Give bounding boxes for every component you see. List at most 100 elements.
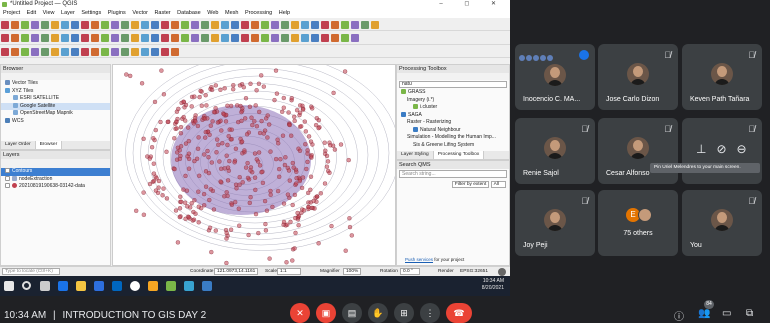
toolbar-tool-icon[interactable] — [141, 34, 149, 42]
toolbar-tool-icon[interactable] — [61, 21, 69, 29]
crs-button[interactable]: EPSG:32651 — [460, 268, 488, 276]
toolbar-tool-icon[interactable] — [121, 34, 129, 42]
windows-start-icon[interactable] — [4, 281, 14, 291]
toolbar-tool-icon[interactable] — [81, 34, 89, 42]
pin-icon[interactable]: ⊥ — [696, 142, 716, 156]
menu-processing[interactable]: Processing — [245, 10, 272, 16]
filter-by-extent-button[interactable]: Filter by extent — [451, 181, 490, 188]
toolbar-tool-icon[interactable] — [331, 34, 339, 42]
toolbar-tool-icon[interactable] — [181, 34, 189, 42]
toolbar-tool-icon[interactable] — [61, 34, 69, 42]
camera-toggle-button[interactable]: ▣ — [316, 303, 336, 323]
toolbar-tool-icon[interactable] — [131, 21, 139, 29]
toolbar-tool-icon[interactable] — [301, 21, 309, 29]
participant-tile[interactable]: 🎙̸ ⊥⊘⊖ — [682, 118, 762, 184]
toolbar-tool-icon[interactable] — [211, 34, 219, 42]
toolbar-tool-icon[interactable] — [81, 48, 89, 56]
toolbar-tool-icon[interactable] — [131, 34, 139, 42]
search-icon[interactable] — [22, 281, 31, 290]
participant-tile[interactable]: 🎙̸ Joy Peji — [515, 190, 595, 256]
window-controls[interactable]: – ◻ ✕ — [439, 0, 506, 9]
toolbar-tool-icon[interactable] — [101, 21, 109, 29]
participant-tile[interactable]: 🎙̸ Renie Sajol — [515, 118, 595, 184]
participant-tile[interactable]: 🎙̸ Cesar Alfonso — [598, 118, 678, 184]
people-icon[interactable]: 👥 — [698, 308, 710, 319]
toolbox-item[interactable]: i.cluster — [397, 104, 509, 112]
tab-layer-styling[interactable]: Layer Styling — [397, 151, 434, 159]
magnifier-field[interactable]: 100% — [343, 268, 361, 276]
toolbar-tool-icon[interactable] — [151, 34, 159, 42]
render-checkbox[interactable]: Render — [438, 268, 454, 276]
toolbar-tool-icon[interactable] — [311, 34, 319, 42]
more-options-icon[interactable]: ⊖ — [737, 142, 757, 156]
toolbar-tool-icon[interactable] — [171, 48, 179, 56]
toolbar-tool-icon[interactable] — [191, 34, 199, 42]
push-services-link[interactable]: Push services — [405, 257, 433, 262]
menu-mesh[interactable]: Mesh — [225, 10, 238, 16]
messages-icon[interactable] — [498, 268, 506, 276]
toolbar-tool-icon[interactable] — [291, 21, 299, 29]
toolbox-search-input[interactable]: natu — [399, 81, 507, 88]
checkbox-icon[interactable] — [5, 175, 10, 181]
toolbar-tool-icon[interactable] — [361, 21, 369, 29]
toolbar-tool-icon[interactable] — [371, 21, 379, 29]
toolbar-tool-icon[interactable] — [21, 34, 29, 42]
toolbar-tool-icon[interactable] — [31, 21, 39, 29]
app-icon[interactable] — [184, 281, 194, 291]
task-view-icon[interactable] — [40, 281, 50, 291]
menu-raster[interactable]: Raster — [154, 10, 170, 16]
tab-browser[interactable]: Browser — [35, 141, 63, 149]
toolbar-tool-icon[interactable] — [51, 48, 59, 56]
toolbar-tool-icon[interactable] — [291, 34, 299, 42]
toolbar-tool-icon[interactable] — [31, 34, 39, 42]
menu-view[interactable]: View — [43, 10, 55, 16]
toolbar-tool-icon[interactable] — [351, 34, 359, 42]
menu-plugins[interactable]: Plugins — [108, 10, 126, 16]
toolbar-tool-icon[interactable] — [71, 21, 79, 29]
toolbar-tool-icon[interactable] — [231, 21, 239, 29]
map-canvas[interactable] — [112, 64, 396, 266]
toolbar-tool-icon[interactable] — [1, 34, 9, 42]
menu-edit[interactable]: Edit — [27, 10, 36, 16]
checkbox-icon[interactable] — [5, 168, 10, 173]
coordinate-field[interactable]: 121.0973,14.1161 — [214, 268, 259, 276]
toolbar-tool-icon[interactable] — [61, 48, 69, 56]
toolbar-tool-icon[interactable] — [341, 34, 349, 42]
app-icon[interactable] — [148, 281, 158, 291]
tab-processing-toolbox[interactable]: Processing Toolbox — [433, 151, 485, 159]
leave-call-button[interactable]: ☎ — [446, 303, 472, 323]
search-qms-input[interactable]: Search string... — [399, 170, 507, 178]
toolbar-tool-icon[interactable] — [241, 21, 249, 29]
toolbox-item[interactable]: Simulation - Modelling the Human Imp... — [397, 134, 509, 142]
more-options-button[interactable]: ⋮ — [420, 303, 440, 323]
toolbar-tool-icon[interactable] — [161, 34, 169, 42]
menu-web[interactable]: Web — [207, 10, 218, 16]
toolbar-tool-icon[interactable] — [91, 21, 99, 29]
toolbar-tool-icon[interactable] — [261, 21, 269, 29]
toolbar-tool-icon[interactable] — [301, 34, 309, 42]
mic-toggle-button[interactable]: ✕ — [290, 303, 310, 323]
toolbar-tool-icon[interactable] — [181, 21, 189, 29]
menu-vector[interactable]: Vector — [132, 10, 148, 16]
toolbar-tool-icon[interactable] — [111, 21, 119, 29]
browser-item[interactable]: WCS — [1, 117, 110, 126]
participant-tile[interactable]: 🎙̸ Keven Path Tañara — [682, 44, 762, 110]
toolbar-tool-icon[interactable] — [201, 21, 209, 29]
toolbar-tool-icon[interactable] — [41, 21, 49, 29]
toolbar-tool-icon[interactable] — [221, 34, 229, 42]
toolbox-item[interactable]: GRASS — [397, 89, 509, 97]
toolbar-tool-icon[interactable] — [151, 21, 159, 29]
others-tile[interactable]: E 75 others — [598, 190, 678, 256]
toolbox-item[interactable]: Natural Neighbour — [397, 126, 509, 135]
toolbar-tool-icon[interactable] — [321, 21, 329, 29]
toolbar-tool-icon[interactable] — [331, 21, 339, 29]
toolbar-tool-icon[interactable] — [71, 48, 79, 56]
toolbar-tool-icon[interactable] — [311, 21, 319, 29]
toolbar-tool-icon[interactable] — [321, 34, 329, 42]
toolbar-tool-icon[interactable] — [111, 34, 119, 42]
chat-icon[interactable]: ▭ — [722, 308, 731, 319]
checkbox-icon[interactable] — [5, 183, 10, 188]
layer-item[interactable]: Contours — [1, 168, 110, 176]
toolbar-tool-icon[interactable] — [251, 21, 259, 29]
participant-tile[interactable]: 🎙̸ You — [682, 190, 762, 256]
